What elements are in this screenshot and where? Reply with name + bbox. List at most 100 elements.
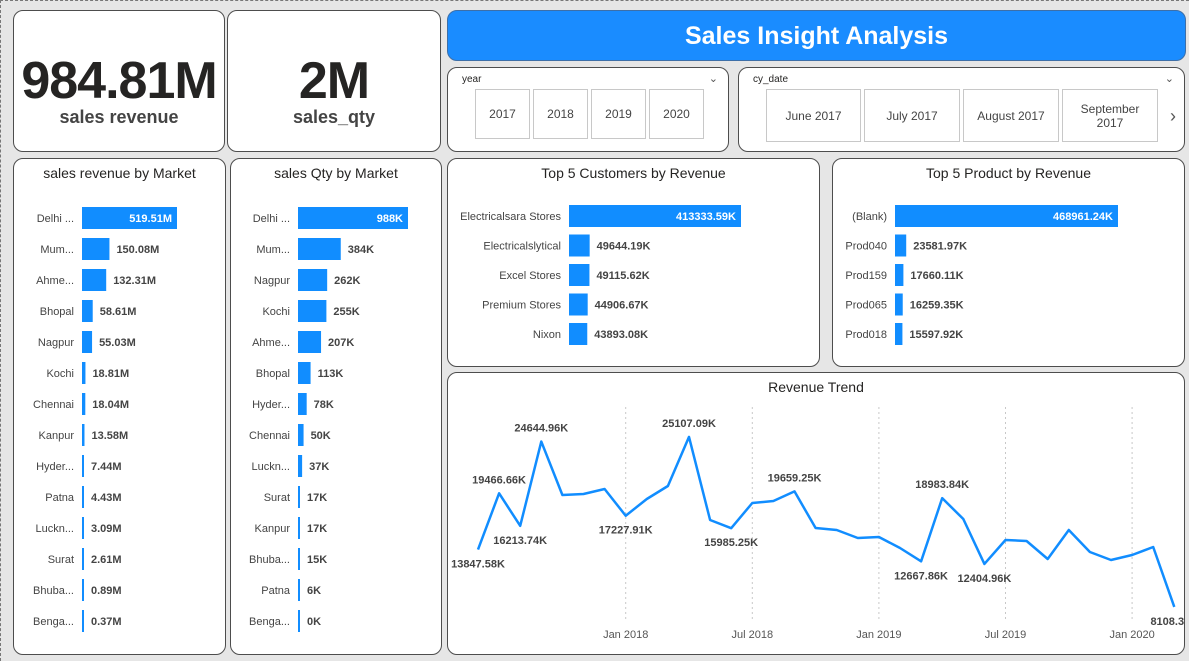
category-label: Kochi (262, 306, 290, 318)
category-label: Prod040 (845, 241, 887, 253)
x-tick-label: Jul 2018 (732, 629, 774, 641)
bar[interactable] (82, 362, 86, 384)
bar[interactable] (298, 579, 300, 601)
data-label: 17660.11K (910, 270, 963, 282)
bar[interactable] (82, 269, 107, 291)
chevron-down-icon[interactable]: ⌄ (1165, 72, 1174, 85)
year-slicer[interactable]: year ⌄ 2017 2018 2019 2020 (447, 67, 729, 152)
bar[interactable] (82, 238, 110, 260)
data-label: 50K (311, 430, 331, 442)
bar[interactable] (82, 300, 93, 322)
chart-svg: Delhi ... 988K Mum... 384K Nagpur 262K Kochi 25… (249, 207, 408, 632)
data-label: 49644.19K (597, 241, 651, 253)
kpi-value: 2M (298, 52, 370, 110)
data-label: 25107.09K (662, 418, 716, 430)
slicer-tile-year[interactable]: 2019 (591, 89, 646, 139)
bar[interactable] (82, 331, 93, 353)
bar[interactable] (82, 455, 84, 477)
data-label: 15985.25K (704, 537, 758, 549)
data-label: 12667.86K (894, 570, 948, 582)
kpi-card-sales-revenue: 984.81M sales revenue (13, 10, 225, 152)
bar[interactable] (298, 610, 300, 632)
data-label: 150.08M (116, 244, 159, 256)
bar[interactable] (569, 293, 588, 316)
data-label: 0.89M (91, 585, 122, 597)
data-label: 4.43M (91, 492, 122, 504)
bar[interactable] (298, 269, 328, 291)
slicer-header: year (462, 74, 482, 85)
x-tick-label: Jan 2018 (603, 629, 648, 641)
bar[interactable] (298, 238, 341, 260)
category-label: Bhuba... (33, 585, 74, 597)
data-label: 255K (333, 306, 359, 318)
category-label: Luckn... (251, 461, 290, 473)
bar[interactable] (82, 424, 85, 446)
data-label: 0.37M (91, 616, 122, 628)
data-label: 23581.97K (913, 241, 967, 253)
data-label: 207K (328, 337, 354, 349)
bar[interactable] (298, 362, 311, 384)
data-label: 18983.84K (915, 479, 969, 491)
data-label: 49115.62K (596, 270, 649, 282)
chevron-down-icon[interactable]: ⌄ (709, 72, 718, 85)
bar[interactable] (298, 424, 304, 446)
slicer-tile-date[interactable]: September 2017 (1062, 89, 1158, 142)
chevron-right-icon[interactable]: › (1170, 106, 1176, 127)
bar[interactable] (569, 323, 588, 345)
x-tick-label: Jul 2019 (985, 629, 1027, 641)
data-label: 988K (377, 213, 403, 225)
data-label: 55.03M (99, 337, 136, 349)
slicer-tile-year[interactable]: 2017 (475, 89, 530, 139)
chart-svg: Electricalsara Stores 413333.59K Electrica… (460, 205, 741, 345)
slicer-tile-year[interactable]: 2020 (649, 89, 704, 139)
bar[interactable] (82, 393, 86, 415)
bar[interactable] (298, 331, 322, 353)
data-label: 44906.67K (595, 300, 649, 312)
bar[interactable] (298, 517, 300, 539)
bar[interactable] (569, 234, 590, 257)
slicer-tile-date[interactable]: August 2017 (963, 89, 1059, 142)
data-label: 262K (334, 275, 360, 287)
slicer-tile-date[interactable]: July 2017 (864, 89, 960, 142)
category-label: Chennai (33, 399, 74, 411)
data-label: 19659.25K (768, 472, 822, 484)
category-label: (Blank) (852, 211, 887, 223)
bar[interactable] (82, 610, 84, 632)
cy-date-slicer[interactable]: cy_date ⌄ June 2017 July 2017 August 201… (738, 67, 1185, 152)
category-label: Nixon (533, 329, 561, 341)
bar[interactable] (82, 486, 84, 508)
bar[interactable] (298, 548, 300, 570)
data-label: 8108.38K (1150, 616, 1185, 628)
category-label: Patna (261, 585, 291, 597)
category-label: Benga... (249, 616, 290, 628)
category-label: Surat (264, 492, 290, 504)
data-label: 78K (314, 399, 334, 411)
category-label: Nagpur (38, 337, 74, 349)
category-label: Kochi (46, 368, 74, 380)
bar[interactable] (569, 264, 590, 286)
slicer-tile-year[interactable]: 2018 (533, 89, 588, 139)
chart-qty-by-market: sales Qty by Market Delhi ... 988K Mum... 3… (230, 158, 442, 655)
bar[interactable] (895, 234, 907, 257)
bar[interactable] (82, 579, 84, 601)
category-label: Hyder... (252, 399, 290, 411)
category-label: Prod018 (845, 329, 887, 341)
bar[interactable] (298, 393, 307, 415)
chart-revenue-trend: Revenue Trend Jan 2018 Jul 2018 Jan 2019 Ju… (447, 372, 1185, 655)
data-label: 16259.35K (910, 300, 964, 312)
slicer-tile-date[interactable]: June 2017 (766, 89, 861, 142)
bar[interactable] (298, 300, 327, 322)
bar[interactable] (895, 323, 903, 345)
bar[interactable] (82, 517, 84, 539)
bar[interactable] (895, 293, 903, 316)
data-label: 13.58M (91, 430, 128, 442)
bar[interactable] (298, 455, 303, 477)
bar[interactable] (298, 486, 300, 508)
series-line[interactable] (476, 435, 1176, 608)
bar[interactable] (895, 264, 904, 286)
data-label: 0K (307, 616, 321, 628)
kpi-card-sales-qty: 2M sales_qty (227, 10, 441, 152)
data-label: 18.04M (92, 399, 129, 411)
bar[interactable] (82, 548, 84, 570)
kpi-label: sales revenue (59, 107, 179, 127)
